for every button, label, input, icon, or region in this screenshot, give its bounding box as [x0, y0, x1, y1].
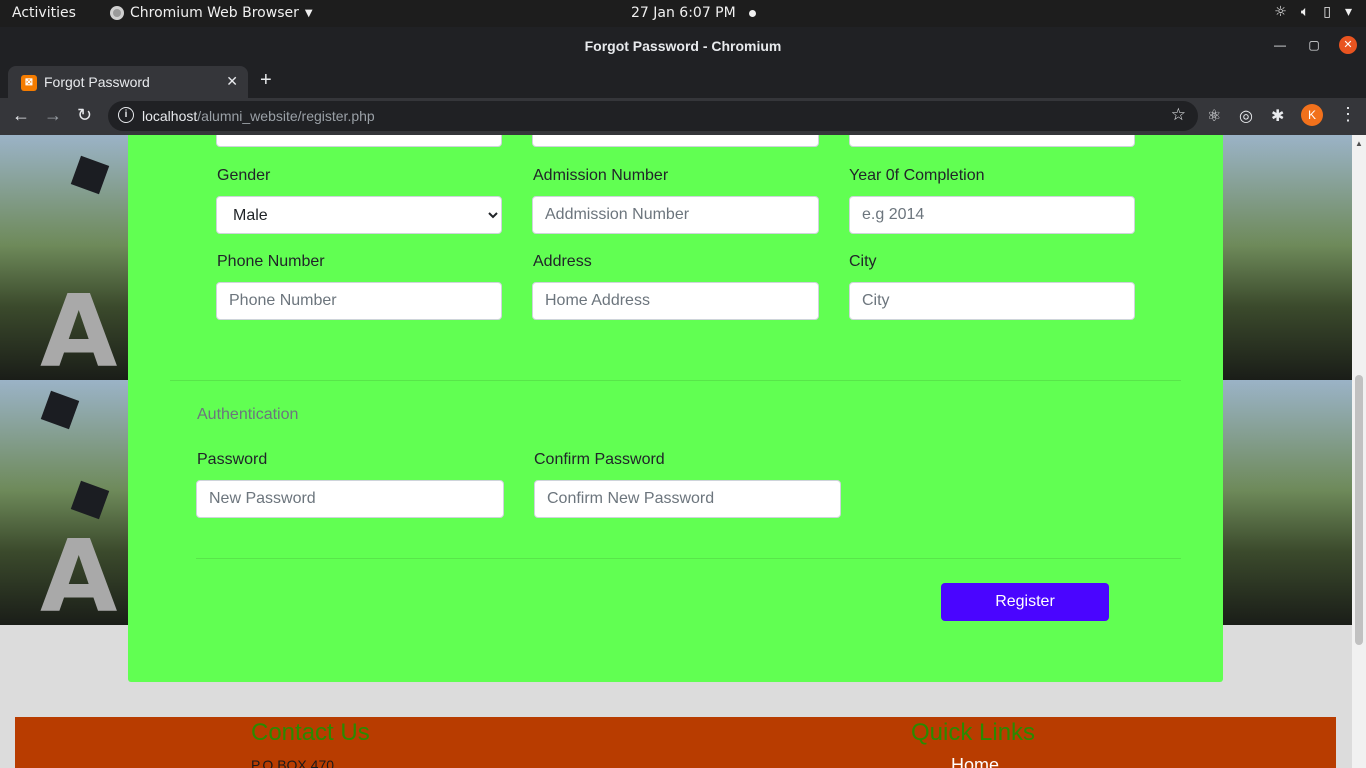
menu-kebab-icon[interactable]: ⋮: [1339, 104, 1357, 125]
city-input[interactable]: [849, 282, 1135, 320]
app-menu-label: Chromium Web Browser: [130, 5, 299, 21]
confirm-password-label: Confirm Password: [534, 451, 665, 468]
city-label: City: [849, 253, 877, 270]
admission-number-input[interactable]: [532, 196, 819, 234]
chromium-icon: [110, 6, 124, 20]
forward-button[interactable]: →: [44, 105, 62, 126]
phone-number-label: Phone Number: [217, 253, 325, 270]
app-menu[interactable]: Chromium Web Browser ▼: [110, 5, 313, 21]
graduation-cap-icon: [40, 390, 80, 430]
notification-dot-icon: [749, 10, 756, 17]
site-footer: Contact Us P.O BOX 470 Quick Links Home: [15, 717, 1336, 768]
tab-forgot-password[interactable]: ⊠ Forgot Password ✕: [8, 66, 248, 98]
section-divider: [170, 380, 1181, 381]
address-bar[interactable]: i localhost/alumni_website/register.php …: [108, 101, 1198, 131]
close-tab-icon[interactable]: ✕: [226, 73, 238, 90]
scrollbar-thumb[interactable]: [1355, 375, 1363, 645]
window-title-bar: Forgot Password - Chromium — ▢ ✕: [0, 27, 1366, 64]
xampp-icon: ⊠: [21, 75, 37, 91]
address-input[interactable]: [532, 282, 819, 320]
gender-select[interactable]: Male: [216, 196, 502, 234]
contact-us-heading: Contact Us: [251, 719, 370, 746]
page-scrollbar[interactable]: ▲: [1352, 135, 1366, 768]
url-path: /alumni_website/register.php: [197, 108, 375, 124]
site-info-icon[interactable]: i: [118, 107, 134, 123]
extension-circle-icon[interactable]: ◎: [1239, 106, 1253, 126]
new-tab-button[interactable]: +: [260, 69, 272, 92]
section-divider: [196, 558, 1181, 559]
reload-button[interactable]: ↻: [77, 105, 92, 126]
browser-toolbar: ← → ↻ i localhost/alumni_website/registe…: [0, 98, 1366, 135]
input-field[interactable]: [849, 135, 1135, 147]
scroll-up-icon[interactable]: ▲: [1355, 139, 1363, 148]
system-top-bar: Activities Chromium Web Browser ▼ 27 Jan…: [0, 0, 1366, 27]
tab-strip: ⊠ Forgot Password ✕ +: [0, 64, 1366, 98]
react-devtools-icon[interactable]: ⚛: [1207, 106, 1221, 126]
phone-number-input[interactable]: [216, 282, 502, 320]
password-label: Password: [197, 451, 268, 468]
input-field[interactable]: [532, 135, 819, 147]
confirm-password-input[interactable]: [534, 480, 841, 518]
address-label: Address: [533, 253, 592, 270]
gender-label: Gender: [217, 167, 271, 184]
background-image: [1300, 380, 1352, 625]
battery-icon: ▯: [1323, 4, 1331, 20]
input-field[interactable]: [216, 135, 502, 147]
clock[interactable]: 27 Jan 6:07 PM: [631, 5, 736, 21]
bookmark-star-icon[interactable]: ☆: [1171, 105, 1186, 125]
activities-button[interactable]: Activities: [12, 5, 76, 21]
back-button[interactable]: ←: [12, 105, 30, 126]
url-host: localhost: [142, 108, 198, 124]
tab-label: Forgot Password: [44, 74, 150, 90]
chevron-down-icon: ▾: [1344, 4, 1352, 20]
contact-address: P.O BOX 470: [251, 757, 335, 768]
graduation-cap-icon: [70, 480, 110, 520]
password-input[interactable]: [196, 480, 504, 518]
brightness-icon: ☼: [1274, 4, 1287, 20]
close-window-button[interactable]: ✕: [1339, 36, 1357, 54]
minimize-button[interactable]: —: [1271, 36, 1289, 54]
background-image: [1300, 135, 1352, 380]
register-button[interactable]: Register: [941, 583, 1109, 621]
url-text[interactable]: localhost/alumni_website/register.php: [142, 108, 375, 124]
window-title: Forgot Password - Chromium: [584, 38, 782, 54]
graduation-cap-icon: [70, 155, 110, 195]
page-viewport: ALUMNI ALUMNI ALUMNI ALUMNI Gender Male …: [0, 135, 1352, 768]
year-of-completion-input[interactable]: [849, 196, 1135, 234]
admission-number-label: Admission Number: [533, 167, 669, 184]
extensions-puzzle-icon[interactable]: ✱: [1271, 106, 1284, 126]
volume-icon: 🔈︎: [1300, 4, 1310, 20]
year-of-completion-label: Year 0f Completion: [849, 167, 985, 184]
registration-form-panel: Gender Male Admission Number Year 0f Com…: [128, 135, 1223, 682]
profile-avatar[interactable]: K: [1301, 104, 1323, 126]
quick-links-heading: Quick Links: [911, 719, 1036, 746]
system-tray[interactable]: ☼ 🔈︎ ▯ ▾: [1274, 4, 1352, 20]
footer-link-home[interactable]: Home: [951, 755, 999, 768]
authentication-heading: Authentication: [197, 406, 299, 423]
chevron-down-icon: ▼: [304, 7, 313, 19]
maximize-button[interactable]: ▢: [1305, 36, 1323, 54]
